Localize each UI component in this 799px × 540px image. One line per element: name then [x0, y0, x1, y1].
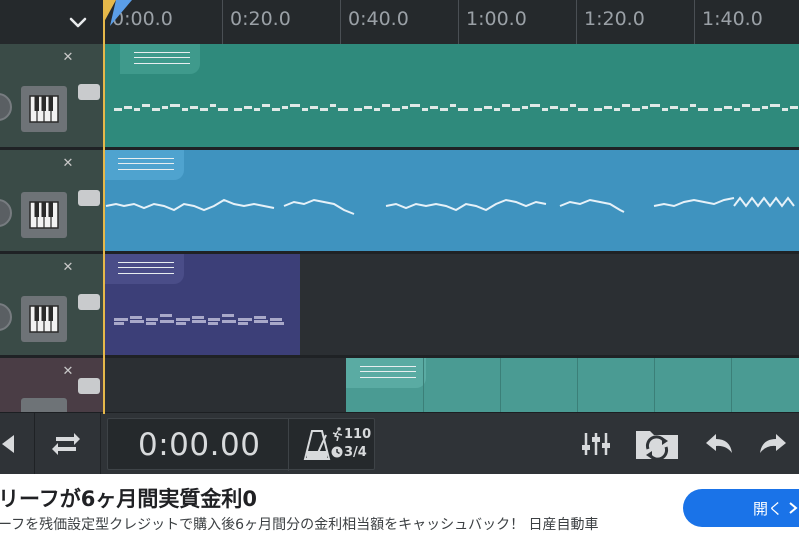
bar-line: [577, 358, 578, 412]
close-icon[interactable]: ✕: [62, 261, 74, 274]
track-header-4[interactable]: ✕: [0, 358, 104, 412]
track-resize-handle[interactable]: [78, 190, 100, 206]
clip-tab[interactable]: [346, 358, 426, 388]
rewind-icon: [2, 435, 14, 453]
ad-open-label: 開く: [753, 500, 784, 518]
volume-knob[interactable]: [0, 303, 12, 331]
menu-lines-icon: [118, 262, 174, 274]
ruler-label: 1:20.0: [584, 8, 645, 30]
redo-icon: [760, 434, 786, 453]
volume-knob[interactable]: [0, 93, 12, 121]
ruler-tick: 0:40.0: [340, 0, 409, 44]
rewind-button[interactable]: [0, 413, 32, 475]
track-resize-handle[interactable]: [78, 84, 100, 100]
time-display: 0:00.00: [138, 427, 261, 463]
loop-icon: [52, 433, 80, 455]
chevron-right-icon: [789, 502, 798, 514]
midi-clip-1[interactable]: [104, 44, 799, 148]
piano-icon[interactable]: [21, 296, 67, 342]
note-pattern: [114, 104, 798, 111]
metronome-icon[interactable]: [302, 429, 332, 461]
bar-line: [654, 358, 655, 412]
loop-button[interactable]: [36, 413, 96, 475]
clip-tab[interactable]: [120, 44, 200, 74]
menu-lines-icon: [360, 366, 416, 378]
track-header-3[interactable]: ✕: [0, 254, 104, 355]
separator: [288, 419, 289, 471]
instrument-icon[interactable]: [21, 398, 67, 412]
midi-clip-4[interactable]: [346, 358, 799, 412]
midi-clip-3[interactable]: [104, 254, 300, 355]
track-resize-handle[interactable]: [78, 294, 100, 310]
time-display-box[interactable]: 0:00.00 110 3/4: [107, 418, 375, 471]
timeline-ruler[interactable]: 0:00.0 0:20.0 0:40.0 1:00.0 1:20.0 1:40.…: [0, 0, 799, 44]
menu-lines-icon: [118, 158, 174, 170]
ruler-tick: 0:20.0: [222, 0, 291, 44]
sync-folder-icon: [636, 431, 678, 461]
bar-line: [731, 358, 732, 412]
note-pattern: [105, 196, 795, 215]
ruler-tick: 1:20.0: [576, 0, 645, 44]
ruler-corner: [0, 0, 104, 44]
sync-button[interactable]: [632, 413, 682, 475]
close-icon[interactable]: ✕: [62, 157, 74, 170]
tempo-value[interactable]: 110: [344, 427, 371, 442]
track-header-1[interactable]: ✕: [0, 44, 104, 148]
piano-icon[interactable]: [21, 86, 67, 132]
volume-knob[interactable]: [0, 199, 12, 227]
ad-open-button[interactable]: 開く: [683, 489, 799, 527]
mixer-icon: [582, 433, 610, 455]
ruler-tick: 1:00.0: [458, 0, 527, 44]
separator: [34, 413, 35, 475]
tempo-runner-icon: [332, 427, 343, 441]
app-root: 0:00.0 0:20.0 0:40.0 1:00.0 1:20.0 1:40.…: [0, 0, 799, 540]
track-header-2[interactable]: ✕: [0, 150, 104, 251]
clip-tab[interactable]: [104, 150, 184, 180]
ruler-label: 1:40.0: [702, 8, 763, 30]
midi-clip-2[interactable]: [104, 150, 799, 251]
separator: [100, 413, 101, 475]
piano-icon[interactable]: [21, 192, 67, 238]
ad-banner[interactable]: リーフが6ヶ月間実質金利0 ーフを残価設定型クレジットで購入後6ヶ月間分の金利相…: [0, 474, 799, 540]
ruler-tick: 1:40.0: [694, 0, 763, 44]
time-signature-value[interactable]: 3/4: [344, 445, 367, 460]
clip-tab[interactable]: [104, 254, 184, 284]
bar-line: [423, 358, 424, 412]
transport-bar: 0:00.00 110 3/4: [0, 412, 799, 475]
ruler-label: 0:40.0: [348, 8, 409, 30]
menu-lines-icon: [134, 52, 190, 64]
time-signature-icon: [331, 446, 343, 458]
chevron-down-icon[interactable]: [66, 10, 90, 34]
close-icon[interactable]: ✕: [62, 51, 74, 64]
note-pattern: [114, 314, 284, 325]
track-resize-handle[interactable]: [78, 378, 100, 394]
ad-description: ーフを残価設定型クレジットで購入後6ヶ月間分の金利相当額をキャッシュバック！ 日…: [0, 517, 599, 533]
undo-icon: [706, 434, 732, 453]
close-icon[interactable]: ✕: [62, 365, 74, 378]
ad-title[interactable]: リーフが6ヶ月間実質金利0: [0, 483, 257, 513]
playhead-handle-icon[interactable]: [102, 0, 142, 44]
redo-button[interactable]: [752, 413, 796, 475]
ruler-label: 1:00.0: [466, 8, 527, 30]
playhead-line: [103, 0, 105, 414]
undo-button[interactable]: [696, 413, 740, 475]
bar-line: [500, 358, 501, 412]
mixer-button[interactable]: [572, 413, 620, 475]
ruler-label: 0:20.0: [230, 8, 291, 30]
